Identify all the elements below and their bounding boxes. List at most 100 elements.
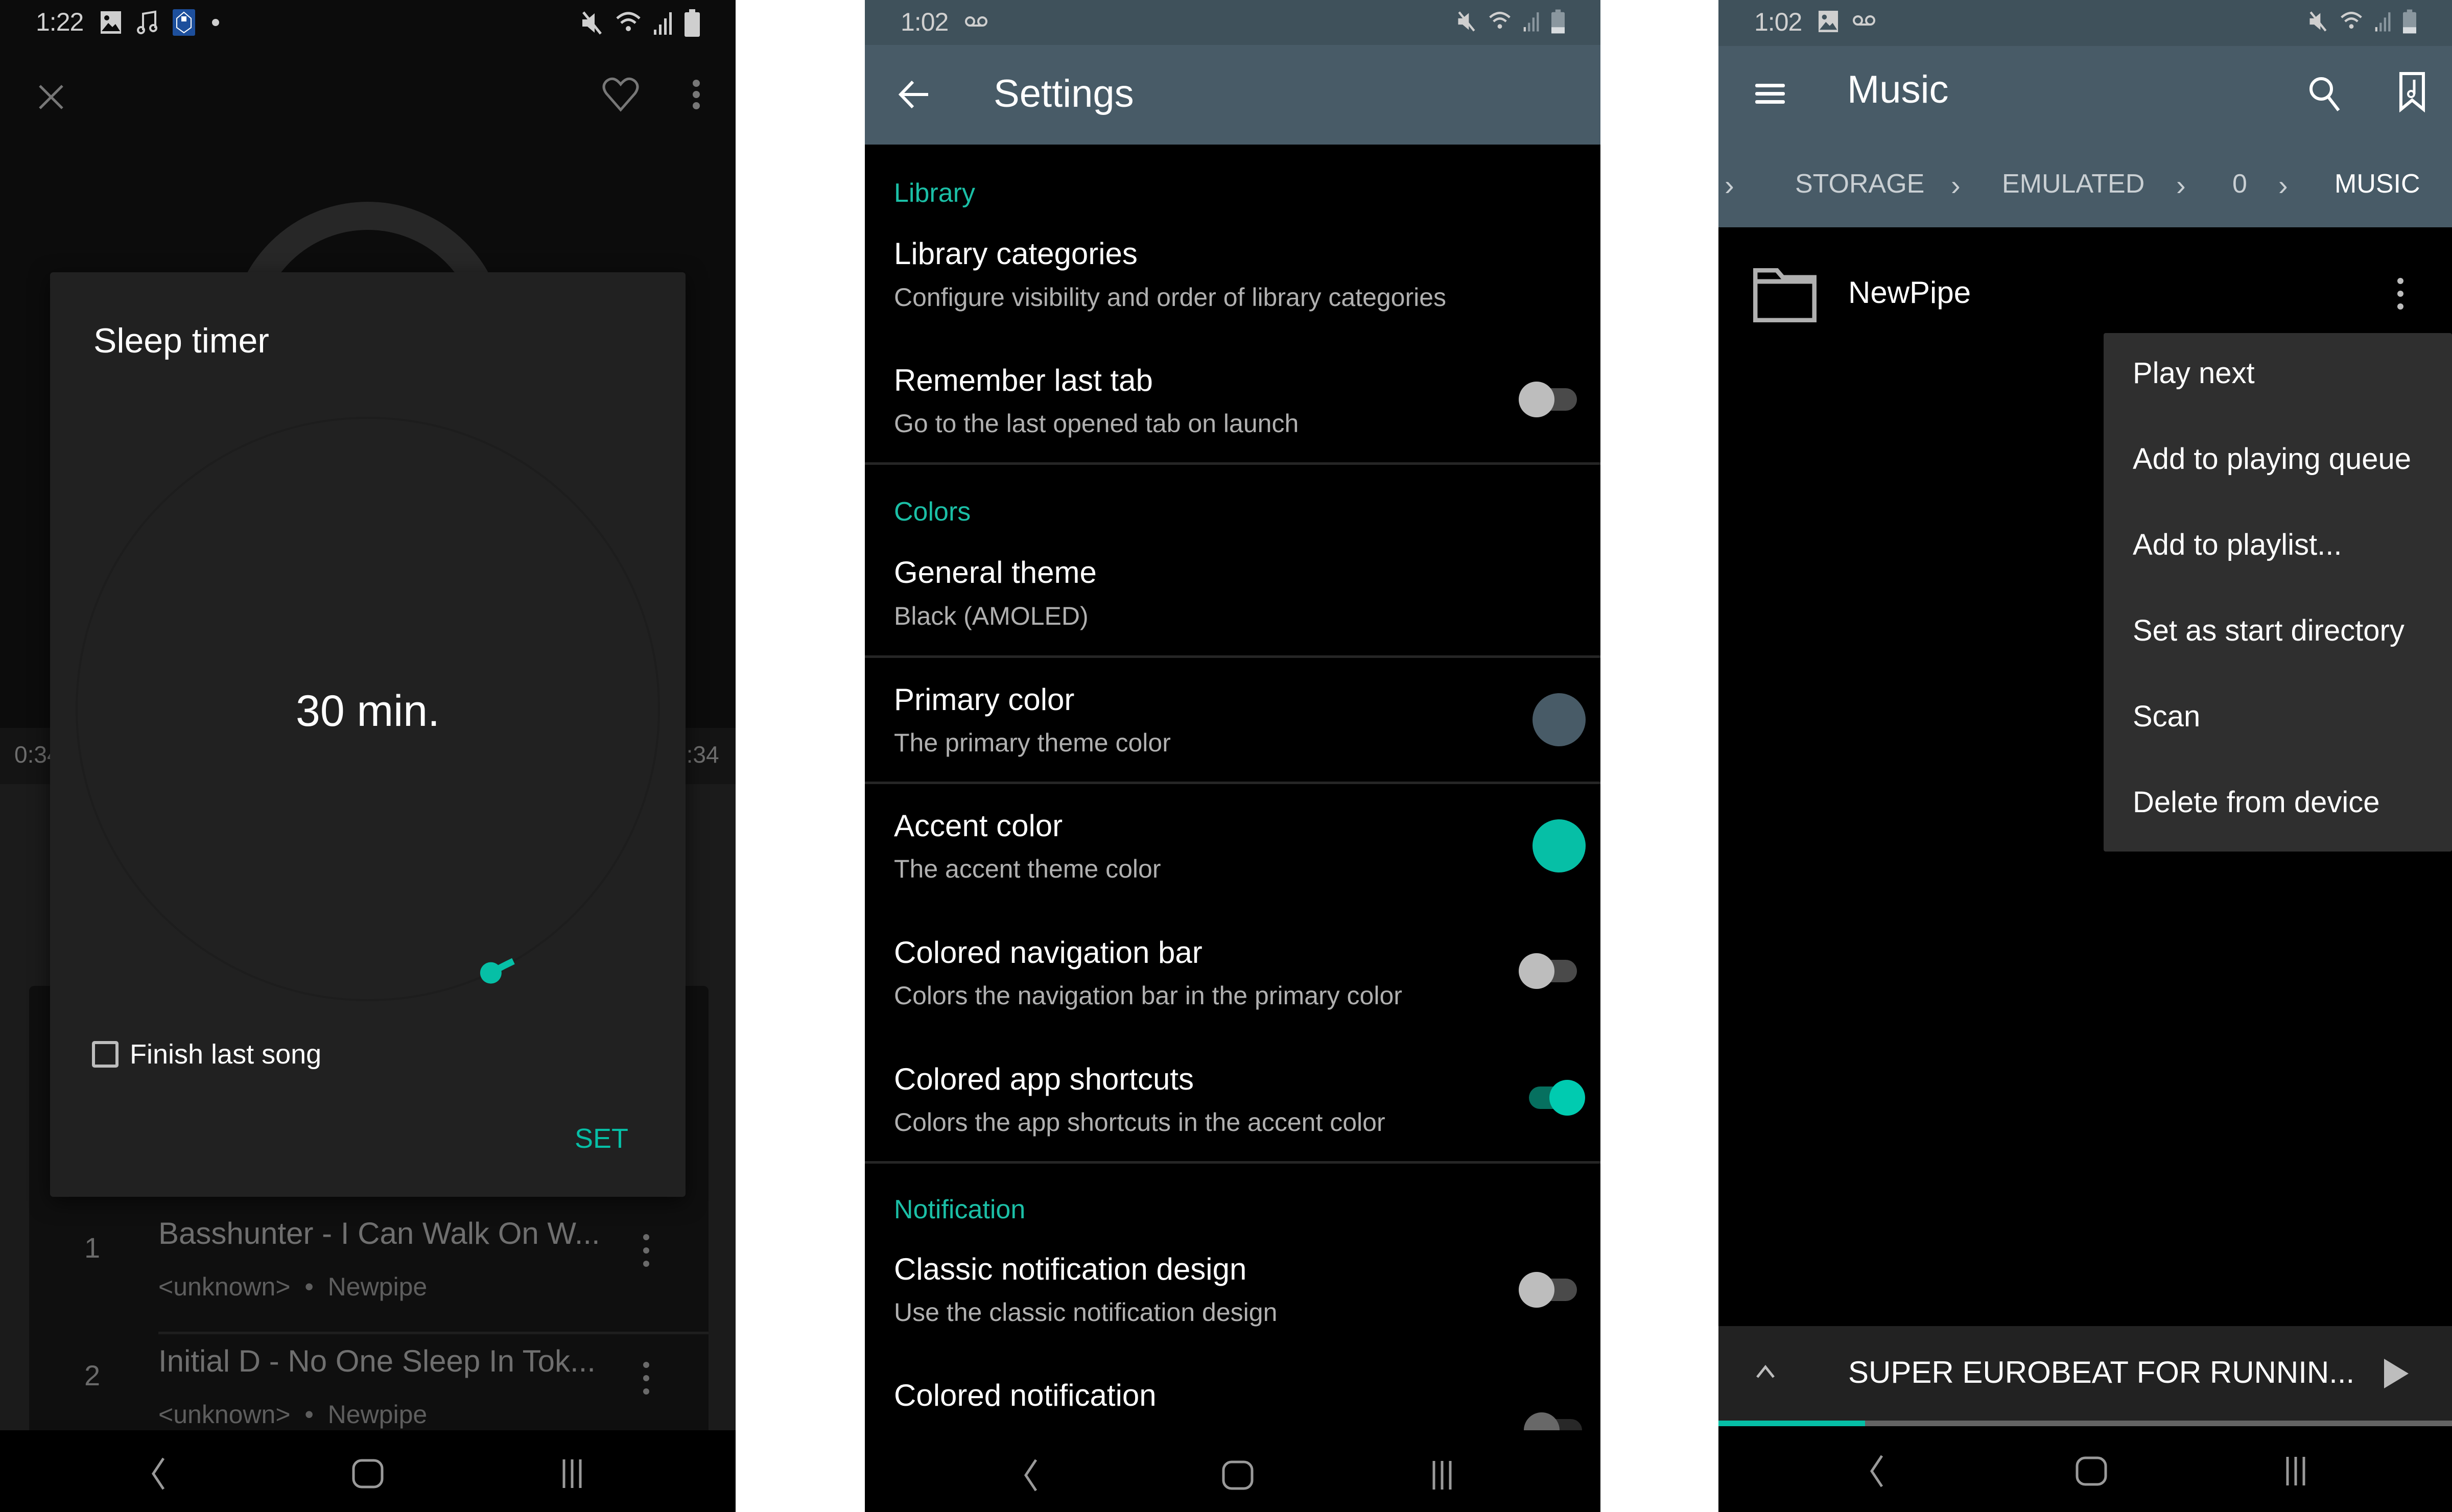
back-icon[interactable]	[138, 1453, 179, 1494]
more-vert-icon[interactable]	[639, 1358, 654, 1399]
timer-dial-handle[interactable]	[480, 962, 502, 984]
chevron-right-icon: ›	[1725, 169, 1734, 201]
voicemail-icon	[1853, 15, 1875, 26]
more-vert-icon[interactable]	[639, 1230, 654, 1271]
pref-title: Classic notification design	[894, 1252, 1247, 1286]
dot-icon	[212, 19, 219, 26]
back-icon[interactable]	[1856, 1451, 1897, 1492]
home-icon[interactable]	[347, 1453, 388, 1494]
menu-item-add-to-playlist[interactable]: Add to playlist...	[2133, 528, 2342, 562]
music-note-icon	[137, 10, 157, 34]
bookmark-music-icon[interactable]	[2398, 72, 2426, 112]
search-icon[interactable]	[2307, 75, 2343, 113]
menu-item-scan[interactable]: Scan	[2133, 699, 2200, 734]
folder-icon	[1753, 268, 1817, 322]
pref-title: Remember last tab	[894, 363, 1153, 397]
pref-summary: The accent theme color	[894, 855, 1161, 883]
battery-icon	[1551, 9, 1565, 34]
home-icon[interactable]	[2071, 1451, 2112, 1492]
queue-item-title: Initial D - No One Sleep In Tok...	[158, 1344, 596, 1378]
colored-app-shortcuts-switch[interactable]	[1524, 1080, 1585, 1116]
breadcrumb-item[interactable]: 0	[2232, 169, 2247, 199]
queue-item-title: Basshunter - I Can Walk On W...	[158, 1216, 600, 1250]
status-time: 1:22	[36, 8, 84, 36]
folders-screen: 1:02 Music › STORAGE › EMULATED › 0 › MU…	[1718, 0, 2452, 1512]
breadcrumb-item[interactable]: STORAGE	[1795, 169, 1924, 199]
heart-icon[interactable]	[600, 74, 641, 115]
classic-notification-switch[interactable]	[1519, 1272, 1580, 1308]
back-icon[interactable]	[1010, 1455, 1051, 1496]
section-header-notification: Notification	[894, 1195, 1026, 1224]
divider	[865, 782, 1600, 784]
play-icon[interactable]	[2380, 1357, 2411, 1390]
battery-icon	[685, 9, 700, 37]
status-bar: 1:22	[0, 0, 736, 45]
pref-summary: Use the classic notification design	[894, 1298, 1278, 1327]
queue-item-index: 2	[84, 1359, 101, 1391]
mini-player[interactable]: SUPER EUROBEAT FOR RUNNIN...	[1718, 1326, 2452, 1421]
system-nav-bar	[0, 1430, 736, 1512]
menu-item-set-start-directory[interactable]: Set as start directory	[2133, 613, 2404, 648]
pref-title: Colored navigation bar	[894, 935, 1203, 970]
accent-color-swatch[interactable]	[1532, 819, 1586, 872]
queue-item-artist: <unknown>	[158, 1400, 291, 1429]
finish-last-song-checkbox[interactable]	[92, 1041, 119, 1068]
mute-icon	[582, 11, 602, 35]
status-right-icons	[1456, 9, 1565, 34]
signal-icon	[1523, 12, 1539, 32]
mini-player-title: SUPER EUROBEAT FOR RUNNIN...	[1848, 1355, 2355, 1389]
pref-summary: The primary theme color	[894, 728, 1171, 757]
pref-title: Colored app shortcuts	[894, 1062, 1194, 1096]
set-button[interactable]: SET	[575, 1123, 628, 1154]
more-vert-icon[interactable]	[2393, 276, 2408, 312]
recents-icon[interactable]	[2275, 1451, 2316, 1492]
image-icon	[1818, 11, 1838, 32]
image-icon	[101, 11, 121, 34]
menu-item-add-to-queue[interactable]: Add to playing queue	[2133, 442, 2411, 476]
primary-color-swatch[interactable]	[1532, 693, 1586, 746]
colored-navigation-bar-switch[interactable]	[1519, 953, 1580, 989]
wifi-icon	[616, 12, 641, 31]
mute-icon	[2309, 11, 2327, 32]
app-badge-icon	[173, 9, 195, 36]
back-arrow-icon[interactable]	[897, 77, 932, 112]
expand-up-icon[interactable]	[1754, 1362, 1777, 1382]
queue-item-artist: <unknown>	[158, 1272, 291, 1301]
remember-last-tab-switch[interactable]	[1519, 382, 1580, 417]
menu-item-delete[interactable]: Delete from device	[2133, 785, 2380, 819]
playback-progress-fill	[1718, 1421, 1866, 1426]
more-vert-icon[interactable]	[686, 74, 706, 115]
breadcrumb-item-current[interactable]: MUSIC	[2335, 169, 2420, 199]
playback-progress-bar[interactable]	[1718, 1421, 2452, 1426]
menu-item-play-next[interactable]: Play next	[2133, 356, 2255, 390]
chevron-right-icon: ›	[2278, 169, 2288, 201]
separator-dot: •	[304, 1400, 314, 1429]
now-playing-screen: 1:22 0:34 0:34 1 Basshunter - I Can Walk…	[0, 0, 736, 1512]
finish-last-song-label: Finish last song	[130, 1039, 322, 1070]
menu-icon[interactable]	[1753, 77, 1787, 110]
pref-title: Colored notification	[894, 1378, 1157, 1412]
breadcrumb-item[interactable]: EMULATED	[2002, 169, 2144, 199]
status-bar: 1:02	[1718, 0, 2452, 46]
mute-icon	[1458, 11, 1475, 32]
status-time: 1:02	[901, 8, 949, 36]
system-nav-bar	[1718, 1426, 2452, 1512]
voicemail-icon	[965, 16, 987, 27]
timer-value-label: 30 min.	[295, 687, 440, 736]
queue-divider	[158, 1332, 709, 1334]
queue-item-index: 1	[84, 1232, 101, 1264]
pref-title: Primary color	[894, 682, 1075, 717]
home-icon[interactable]	[1217, 1455, 1258, 1496]
wifi-icon	[1489, 12, 1511, 29]
signal-icon	[654, 12, 672, 35]
pref-title: Accent color	[894, 809, 1063, 843]
recents-icon[interactable]	[1422, 1455, 1463, 1496]
recents-icon[interactable]	[552, 1453, 593, 1494]
chevron-right-icon: ›	[1951, 169, 1961, 201]
page-title: Music	[1847, 68, 1949, 111]
system-nav-bar	[865, 1430, 1600, 1512]
status-left-icons	[100, 9, 221, 36]
folder-name: NewPipe	[1848, 275, 1971, 310]
finish-last-song-checkbox-row[interactable]: Finish last song	[92, 1038, 321, 1070]
close-icon[interactable]	[36, 82, 66, 112]
